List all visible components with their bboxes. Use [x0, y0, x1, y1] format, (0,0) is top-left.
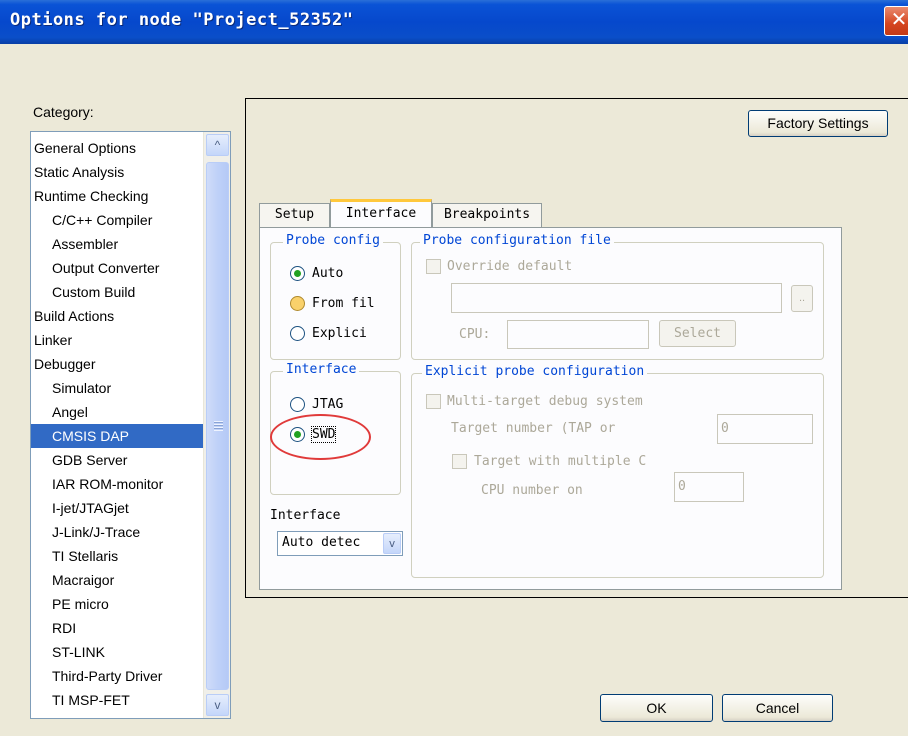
category-item[interactable]: TI Stellaris [52, 544, 118, 568]
scroll-up-button[interactable]: ^ [206, 134, 229, 156]
category-item[interactable]: Assembler [52, 232, 118, 256]
ok-button[interactable]: OK [600, 694, 713, 722]
cpu-label: CPU: [459, 327, 491, 342]
target-number-label: Target number (TAP or [451, 421, 616, 436]
category-item[interactable]: General Options [34, 136, 136, 160]
category-item[interactable]: Debugger [34, 352, 96, 376]
cpu-number-label: CPU number on [481, 483, 583, 498]
radio-explicit-label: Explici [312, 326, 367, 341]
interface-speed-select[interactable]: Auto detec v [277, 531, 403, 556]
multi-target-label: Multi-target debug system [447, 394, 643, 409]
category-item[interactable]: CMSIS DAP [31, 424, 203, 448]
select-cpu-button[interactable]: Select [659, 320, 736, 347]
cancel-button[interactable]: Cancel [722, 694, 833, 722]
category-item[interactable]: GDB Server [52, 448, 127, 472]
probe-file-title: Probe configuration file [420, 233, 614, 248]
category-item[interactable]: TI MSP-FET [52, 688, 130, 712]
red-highlight-ellipse [270, 414, 371, 460]
category-item[interactable]: C/C++ Compiler [52, 208, 152, 232]
interface-group-title: Interface [283, 362, 360, 377]
tab-breakpoints[interactable]: Breakpoints [432, 203, 542, 227]
category-item[interactable]: Custom Build [52, 280, 135, 304]
chevron-down-icon[interactable]: v [383, 533, 401, 554]
category-item[interactable]: Build Actions [34, 304, 114, 328]
explicit-probe-title: Explicit probe configuration [422, 364, 648, 379]
factory-settings-button[interactable]: Factory Settings [748, 110, 888, 137]
radio-jtag-label: JTAG [312, 397, 344, 412]
radio-explicit[interactable] [290, 326, 305, 341]
cpu-number-input[interactable]: 0 [674, 472, 744, 502]
target-number-input[interactable]: 0 [717, 414, 813, 444]
close-button[interactable]: ✕ [884, 6, 908, 36]
probe-file-path-input[interactable] [451, 283, 782, 313]
category-item[interactable]: Third-Party Driver [52, 664, 162, 688]
interface-speed-value: Auto detec [282, 535, 361, 550]
probe-config-title: Probe config [283, 233, 383, 248]
override-default-label: Override default [447, 259, 573, 274]
title-bar: Options for node "Project_52352" ✕ [0, 0, 908, 44]
category-item[interactable]: Linker [34, 328, 72, 352]
cpu-input[interactable] [507, 320, 649, 349]
category-item[interactable]: IAR ROM-monitor [52, 472, 163, 496]
category-item[interactable]: Simulator [52, 376, 111, 400]
grip-icon [214, 421, 223, 431]
radio-jtag[interactable] [290, 397, 305, 412]
radio-auto[interactable] [290, 266, 305, 281]
category-label: Category: [33, 104, 94, 120]
interface-speed-label: Interface [270, 508, 341, 523]
browse-button[interactable]: .. [791, 285, 813, 312]
target-multiple-cpu-checkbox[interactable] [452, 454, 467, 469]
target-multiple-cpu-label: Target with multiple C [474, 454, 647, 469]
radio-from-file-label: From fil [312, 296, 375, 311]
category-item[interactable]: Angel [52, 400, 88, 424]
category-scrollbar[interactable]: ^ v [203, 132, 230, 718]
category-item[interactable]: RDI [52, 616, 76, 640]
scroll-thumb[interactable] [206, 162, 229, 690]
radio-from-file[interactable] [290, 296, 305, 311]
category-item[interactable]: J-Link/J-Trace [52, 520, 140, 544]
category-item[interactable]: I-jet/JTAGjet [52, 496, 129, 520]
radio-auto-label: Auto [312, 266, 344, 281]
category-item[interactable]: PE micro [52, 592, 109, 616]
multi-target-checkbox[interactable] [426, 394, 441, 409]
category-item[interactable]: Output Converter [52, 256, 159, 280]
category-list[interactable]: General Options Static Analysis Runtime Ch… [30, 131, 231, 719]
window-title: Options for node "Project_52352" [10, 10, 354, 30]
category-item[interactable]: Runtime Checking [34, 184, 148, 208]
override-default-checkbox[interactable] [426, 259, 441, 274]
scroll-down-button[interactable]: v [206, 694, 229, 716]
category-item[interactable]: ST-LINK [52, 640, 105, 664]
category-item[interactable]: Static Analysis [34, 160, 124, 184]
tab-setup[interactable]: Setup [259, 203, 330, 227]
category-item[interactable]: Macraigor [52, 568, 114, 592]
tab-interface[interactable]: Interface [330, 199, 432, 227]
